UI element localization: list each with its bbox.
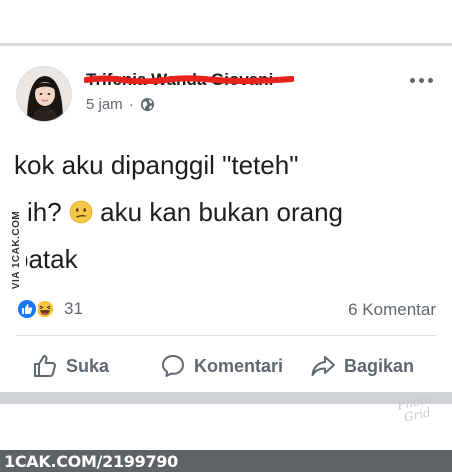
feed-gap (0, 404, 452, 450)
meta-separator: · (128, 96, 134, 113)
confused-face-emoji (69, 200, 93, 224)
action-divider (16, 335, 436, 336)
share-label: Bagikan (344, 355, 415, 376)
post-text-line: batak (14, 244, 78, 274)
post-body: kok aku dipanggil "teteh" sih? aku kan b… (14, 142, 442, 283)
like-label: Suka (66, 355, 110, 376)
more-dot (410, 77, 415, 83)
avatar[interactable] (16, 66, 72, 122)
redaction-scribble (84, 75, 294, 84)
source-footer: 1CAK.COM/2199790 (0, 450, 452, 472)
comment-button[interactable]: Komentari (160, 346, 310, 386)
share-arrow-icon (311, 356, 335, 376)
globe-icon[interactable] (140, 97, 155, 112)
post-text-fragment: aku kan bukan orang (100, 197, 344, 227)
comment-count-link[interactable]: 6 Komentar (348, 300, 436, 320)
comment-bubble-icon (162, 355, 184, 377)
more-dot (419, 77, 424, 83)
post-card: Trifenia Wanda Giovani 5 jam · kok aku d… (0, 46, 452, 392)
comment-label: Komentari (194, 355, 284, 376)
side-watermark-text: VIA 1CAK.COM (11, 210, 22, 290)
avatar-photo (17, 67, 71, 121)
post-text-line: kok aku dipanggil "teteh" (14, 150, 299, 180)
share-button[interactable]: Bagikan (310, 346, 450, 386)
post-meta: 5 jam · (86, 96, 155, 113)
post-timestamp[interactable]: 5 jam (86, 96, 123, 113)
feed-separator (0, 392, 452, 404)
more-options-icon[interactable] (410, 72, 438, 88)
reaction-summary[interactable]: 31 (16, 298, 83, 320)
thumbs-up-icon (34, 355, 56, 377)
post-text-line: sih? aku kan bukan orang (14, 189, 442, 236)
action-bar: Suka Komentari Bagikan (0, 346, 452, 386)
reaction-count: 31 (64, 299, 83, 318)
source-url: 1CAK.COM/2199790 (4, 451, 178, 471)
like-icon (16, 298, 38, 320)
side-watermark: VIA 1CAK.COM (8, 189, 26, 312)
more-dot (428, 77, 433, 83)
like-button[interactable]: Suka (20, 346, 160, 386)
